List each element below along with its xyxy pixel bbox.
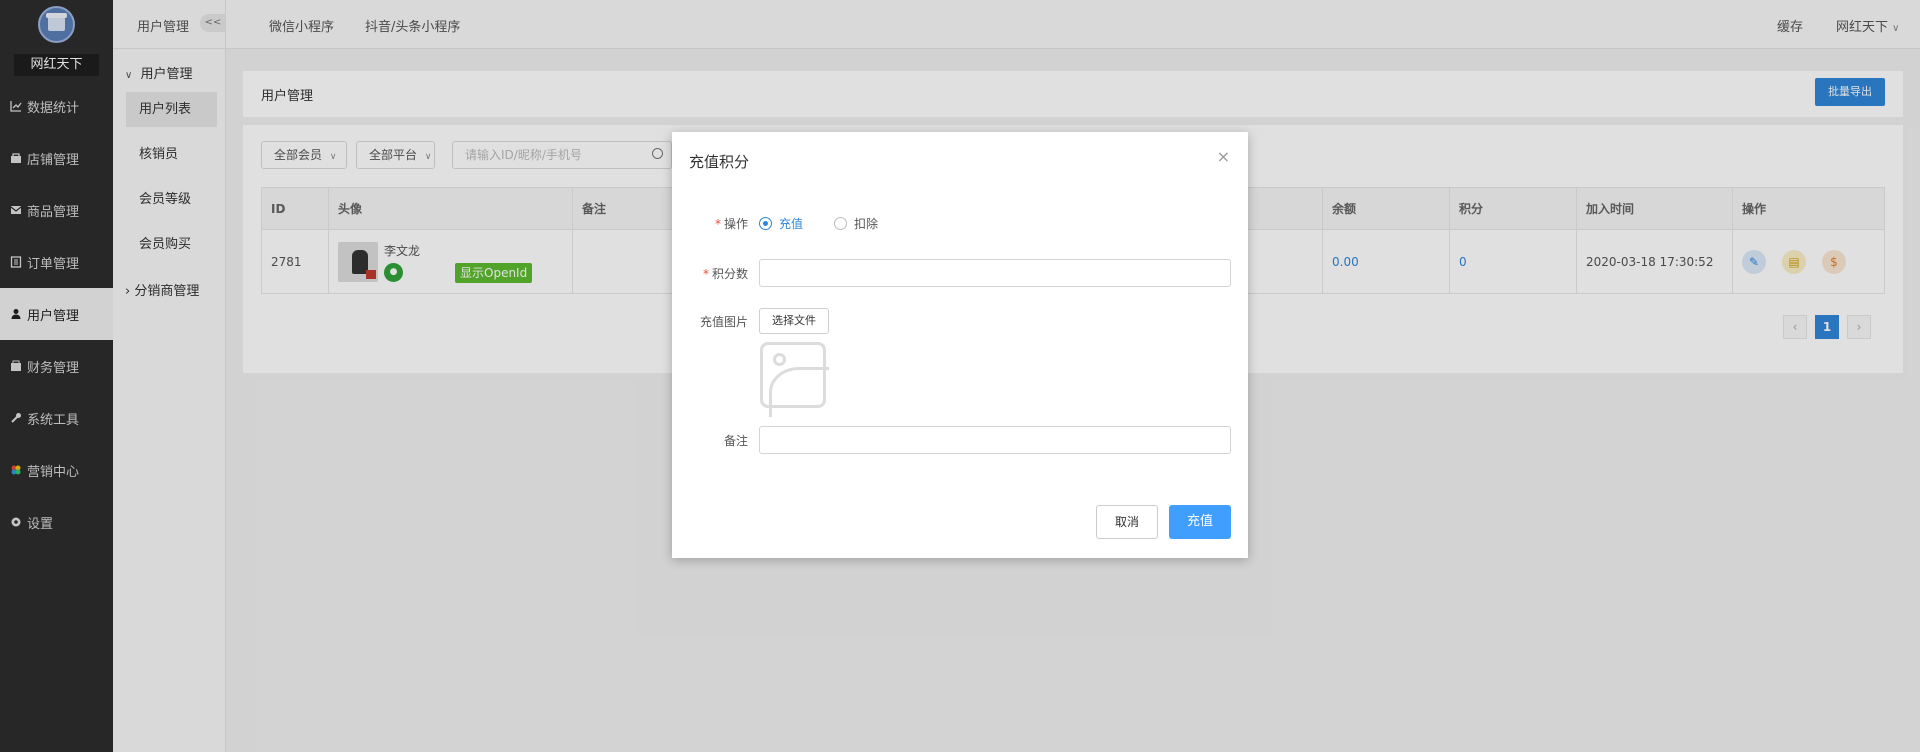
remark-label: 备注 — [723, 434, 748, 448]
points-input[interactable] — [759, 259, 1231, 287]
close-icon[interactable]: × — [1217, 147, 1230, 166]
cancel-button[interactable]: 取消 — [1096, 505, 1158, 539]
confirm-recharge-button[interactable]: 充值 — [1169, 505, 1231, 539]
image-placeholder-icon — [760, 342, 829, 417]
recharge-points-modal: 充值积分 × * 操作 充值 扣除 * 积分数 充值图片 选择文件 备注 取消 充值 — [672, 132, 1248, 558]
recharge-radio[interactable] — [759, 217, 772, 230]
remark-input[interactable] — [759, 426, 1231, 454]
operation-label: * 操作 — [714, 217, 748, 231]
deduct-radio[interactable] — [834, 217, 847, 230]
choose-file-button[interactable]: 选择文件 — [759, 308, 829, 334]
points-label: * 积分数 — [702, 267, 748, 281]
modal-title: 充值积分 — [689, 153, 750, 171]
deduct-radio-label[interactable]: 扣除 — [854, 215, 878, 232]
recharge-radio-label[interactable]: 充值 — [779, 215, 803, 232]
image-label: 充值图片 — [699, 315, 748, 329]
